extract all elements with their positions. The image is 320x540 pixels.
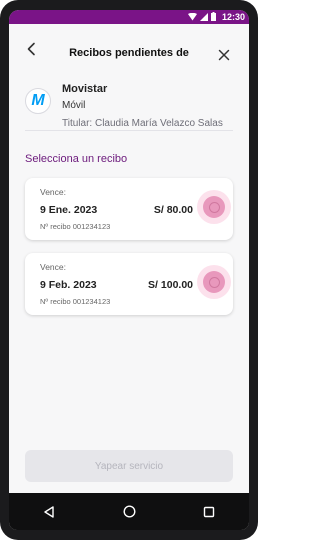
radio-inner: [208, 276, 220, 288]
close-button[interactable]: [218, 48, 232, 62]
status-bar: 12:30: [9, 10, 249, 24]
receipt-number: Nº recibo 001234123: [40, 222, 111, 231]
receipt-amount: S/ 100.00: [148, 279, 193, 291]
nav-back-button[interactable]: [39, 502, 59, 522]
back-button[interactable]: [25, 42, 39, 56]
service-type: Móvil: [62, 100, 86, 111]
recents-square-icon: [203, 506, 215, 517]
divider: [25, 130, 233, 131]
page-title: Recibos pendientes de: [69, 47, 189, 59]
close-icon: [218, 49, 230, 61]
radio-circle: [203, 196, 225, 218]
account-holder: Titular: Claudia María Velazco Salas: [62, 118, 223, 129]
company-name: Movistar: [62, 83, 108, 95]
receipt-number: Nº recibo 001234123: [40, 297, 111, 306]
company-info: M Movistar Móvil Titular: Claudia María …: [9, 70, 249, 130]
section-title: Selecciona un recibo: [25, 153, 128, 165]
back-triangle-icon: [44, 505, 54, 518]
receipt-amount: S/ 80.00: [153, 204, 193, 216]
logo-glyph: M: [31, 92, 45, 109]
radio-button[interactable]: [197, 190, 231, 224]
receipt-card[interactable]: Vence: 9 Feb. 2023 S/ 100.00 Nº recibo 0…: [25, 253, 233, 315]
movistar-logo: M: [25, 88, 51, 114]
screen: 12:30 Recibos pendientes de M Movistar M…: [9, 10, 249, 530]
due-label: Vence:: [40, 262, 66, 272]
home-circle-icon: [122, 505, 136, 518]
radio-inner: [208, 201, 220, 213]
radio-button[interactable]: [197, 265, 231, 299]
due-label: Vence:: [40, 187, 66, 197]
due-date: 9 Feb. 2023: [40, 279, 97, 291]
pay-service-button[interactable]: Yapear servicio: [25, 450, 233, 482]
arrow-left-icon: [27, 42, 35, 56]
receipt-card[interactable]: Vence: 9 Ene. 2023 S/ 80.00 Nº recibo 00…: [25, 178, 233, 240]
radio-circle: [203, 271, 225, 293]
navigation-bar: [9, 493, 249, 530]
due-date: 9 Ene. 2023: [40, 204, 98, 216]
header: Recibos pendientes de: [9, 24, 249, 62]
status-time: 12:30: [221, 12, 245, 22]
nav-recents-button[interactable]: [199, 502, 219, 522]
phone-frame: 12:30 Recibos pendientes de M Movistar M…: [0, 0, 258, 540]
nav-home-button[interactable]: [119, 502, 139, 522]
